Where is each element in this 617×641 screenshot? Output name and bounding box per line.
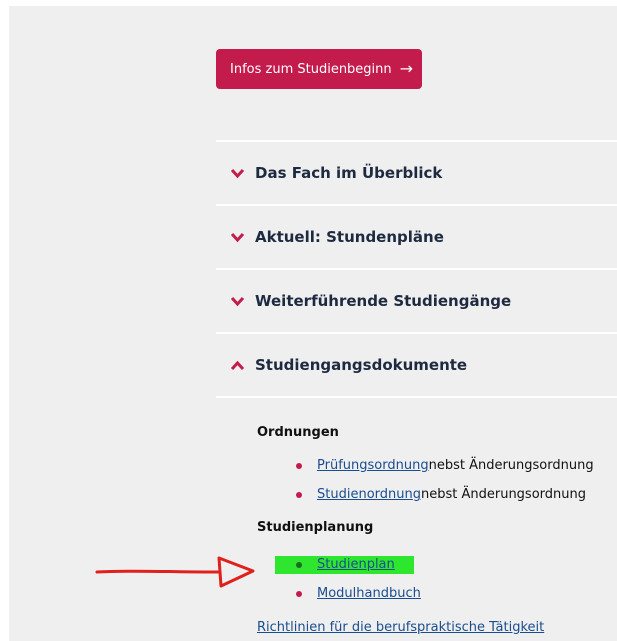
annotation-arrow-icon — [95, 556, 255, 588]
